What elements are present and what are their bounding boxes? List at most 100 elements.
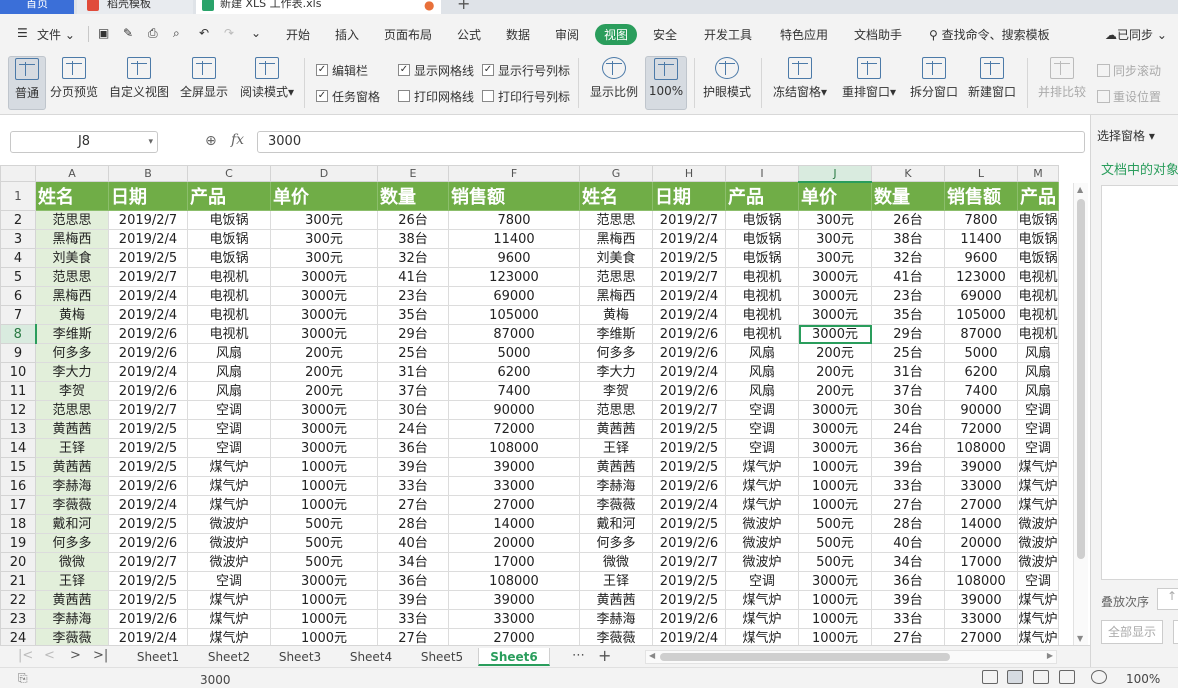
table-cell[interactable]: 何多多 (579, 343, 653, 363)
table-cell[interactable]: 72000 (944, 419, 1018, 439)
table-cell[interactable]: 电饭锅 (725, 210, 799, 230)
table-cell[interactable]: 25台 (377, 343, 449, 363)
print-gridlines-checkbox[interactable]: 打印网格线 (398, 88, 474, 105)
print-preview-icon[interactable]: ⌕ (173, 26, 180, 41)
table-cell[interactable]: 2019/2/7 (652, 552, 726, 572)
fullscreen-small-icon[interactable] (982, 670, 998, 684)
table-cell[interactable]: 2019/2/4 (108, 286, 188, 306)
table-cell[interactable]: 刘美食 (35, 248, 109, 268)
file-menu[interactable]: 文件 ⌄ (37, 26, 75, 43)
table-cell[interactable]: 2019/2/4 (108, 305, 188, 325)
page-break-small-icon[interactable] (1033, 670, 1049, 684)
page-break-preview-button[interactable]: 分页预览 (49, 56, 99, 110)
table-cell[interactable]: 2019/2/5 (108, 248, 188, 268)
table-cell[interactable]: 电视机 (1017, 267, 1059, 287)
table-cell[interactable]: 33台 (377, 476, 449, 496)
table-cell[interactable]: 3000元 (270, 286, 378, 306)
undo-icon[interactable]: ↶ (199, 26, 209, 40)
arrange-windows-button[interactable]: 重排窗口▾ (839, 56, 899, 110)
name-box[interactable]: J8 ▾ (10, 131, 158, 153)
table-cell[interactable]: 27台 (377, 495, 449, 515)
table-cell[interactable]: 1000元 (270, 590, 378, 610)
row-header[interactable]: 19 (0, 533, 36, 553)
table-cell[interactable]: 空调 (725, 571, 799, 591)
sync-status[interactable]: ☁已同步 ⌄ (1105, 26, 1167, 43)
normal-view-button[interactable]: 普通 (8, 56, 46, 110)
table-cell[interactable]: 李赫海 (35, 609, 109, 629)
table-cell[interactable]: 2019/2/7 (652, 267, 726, 287)
table-cell[interactable]: 5000 (944, 343, 1018, 363)
table-cell[interactable]: 108000 (448, 571, 580, 591)
table-cell[interactable]: 39台 (377, 457, 449, 477)
macro-record-icon[interactable]: ⎘ (18, 671, 28, 686)
table-cell[interactable]: 2019/2/4 (652, 305, 726, 325)
table-cell[interactable]: 范思思 (579, 210, 653, 230)
table-cell[interactable]: 9600 (448, 248, 580, 268)
table-cell[interactable]: 煤气炉 (725, 495, 799, 515)
table-cell[interactable]: 王铎 (579, 438, 653, 458)
table-cell[interactable]: 微波炉 (1017, 533, 1059, 553)
table-cell[interactable]: 王铎 (35, 438, 109, 458)
table-header-cell[interactable]: 日期 (652, 181, 726, 211)
table-cell[interactable]: 煤气炉 (1017, 495, 1059, 515)
table-cell[interactable]: 36台 (377, 438, 449, 458)
zoom-ratio-button[interactable]: 显示比例 (588, 56, 640, 110)
menu-developer[interactable]: 开发工具 (704, 26, 752, 43)
menu-page-layout[interactable]: 页面布局 (384, 26, 432, 43)
table-cell[interactable]: 24台 (377, 419, 449, 439)
table-header-cell[interactable]: 产品 (725, 181, 799, 211)
row-header[interactable]: 11 (0, 381, 36, 401)
table-cell[interactable]: 范思思 (35, 400, 109, 420)
table-cell[interactable]: 2019/2/6 (108, 609, 188, 629)
table-cell[interactable]: 7400 (448, 381, 580, 401)
table-cell[interactable]: 20000 (448, 533, 580, 553)
table-cell[interactable]: 300元 (270, 248, 378, 268)
spreadsheet-grid[interactable]: A B C D E F G H I J K L M 1 姓名 日期 产品 单价 数量 销售额 姓名 日期 产品 单价 数量 销售额… (0, 165, 1072, 645)
table-cell[interactable]: 电视机 (187, 324, 271, 344)
table-cell[interactable]: 李赫海 (35, 476, 109, 496)
table-cell[interactable]: 3000元 (798, 286, 872, 306)
table-cell[interactable]: 2019/2/6 (108, 343, 188, 363)
custom-view-button[interactable]: 自定义视图 (107, 56, 171, 110)
table-cell[interactable]: 30台 (871, 400, 945, 420)
table-cell[interactable]: 29台 (871, 324, 945, 344)
table-cell[interactable]: 37台 (377, 381, 449, 401)
table-cell[interactable]: 3000元 (798, 324, 872, 344)
table-cell[interactable]: 煤气炉 (187, 476, 271, 496)
table-cell[interactable]: 27台 (871, 628, 945, 645)
table-cell[interactable]: 范思思 (579, 267, 653, 287)
table-cell[interactable]: 500元 (270, 552, 378, 572)
row-header[interactable]: 10 (0, 362, 36, 382)
table-cell[interactable]: 风扇 (187, 362, 271, 382)
table-cell[interactable]: 3000元 (270, 324, 378, 344)
table-cell[interactable]: 微波炉 (725, 552, 799, 572)
table-cell[interactable]: 123000 (448, 267, 580, 287)
table-cell[interactable]: 14000 (448, 514, 580, 534)
table-cell[interactable]: 微波炉 (725, 514, 799, 534)
row-header[interactable]: 5 (0, 267, 36, 287)
table-cell[interactable]: 1000元 (798, 495, 872, 515)
table-cell[interactable]: 200元 (798, 381, 872, 401)
table-cell[interactable]: 李维斯 (579, 324, 653, 344)
normal-view-small-icon[interactable] (1007, 670, 1023, 684)
table-cell[interactable]: 风扇 (187, 381, 271, 401)
table-cell[interactable]: 2019/2/4 (108, 229, 188, 249)
table-cell[interactable]: 36台 (871, 571, 945, 591)
table-cell[interactable]: 300元 (798, 210, 872, 230)
first-sheet-icon[interactable]: |< (18, 648, 33, 663)
table-header-cell[interactable]: 日期 (108, 181, 188, 211)
table-cell[interactable]: 何多多 (579, 533, 653, 553)
table-cell[interactable]: 200元 (270, 381, 378, 401)
add-sheet-button[interactable]: + (598, 646, 611, 665)
table-cell[interactable]: 2019/2/5 (108, 571, 188, 591)
table-cell[interactable]: 空调 (1017, 438, 1059, 458)
show-headers-checkbox[interactable]: ✓ 显示行号列标 (482, 62, 570, 79)
table-cell[interactable]: 9600 (944, 248, 1018, 268)
row-header[interactable]: 22 (0, 590, 36, 610)
column-header[interactable]: F (448, 165, 580, 182)
table-cell[interactable]: 李贺 (35, 381, 109, 401)
table-cell[interactable]: 3000元 (270, 438, 378, 458)
table-cell[interactable]: 39台 (871, 590, 945, 610)
table-cell[interactable]: 6200 (448, 362, 580, 382)
table-cell[interactable]: 2019/2/4 (652, 495, 726, 515)
